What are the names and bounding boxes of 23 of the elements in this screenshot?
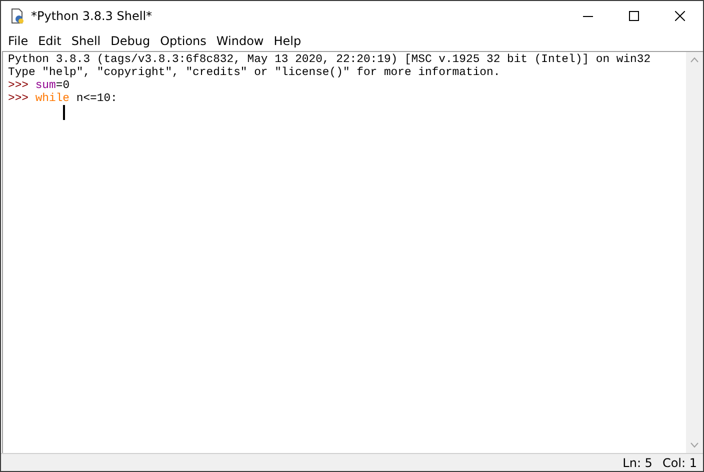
column-number: Col: 1	[662, 456, 697, 470]
close-icon	[675, 10, 685, 20]
menu-item[interactable]: Shell	[66, 30, 106, 51]
line-number: Ln: 5	[622, 456, 652, 470]
menu-item[interactable]: Edit	[33, 30, 66, 51]
shell-prompt: >>>	[8, 80, 30, 93]
shell-prompt: >>>	[8, 93, 30, 106]
output-text: Type "help", "copyright", "credits" or "license()" for more information.	[8, 67, 500, 80]
code-text: =0	[56, 80, 70, 92]
window-title: *Python 3.8.3 Shell*	[31, 8, 154, 22]
menu-item[interactable]: File	[3, 30, 34, 51]
menu-item[interactable]: Options	[155, 30, 212, 51]
text-cursor	[63, 105, 65, 120]
code-text: while	[35, 93, 70, 106]
code-text: n<=10:	[75, 93, 118, 106]
menu-item[interactable]: Debug	[106, 30, 156, 51]
output-text: Python 3.8.3 (tags/v3.8.3:6f8c832, May 13 2020, 22:20:19) [MSC v.1925 32 bit (Intel)] on win32	[8, 54, 651, 66]
menu-item[interactable]: Window	[211, 30, 269, 51]
code-text: sum	[35, 80, 56, 92]
menu-item[interactable]: Help	[268, 30, 306, 51]
app-icon	[9, 8, 25, 24]
maximize-icon	[629, 10, 639, 20]
scrollbar[interactable]	[686, 52, 703, 453]
